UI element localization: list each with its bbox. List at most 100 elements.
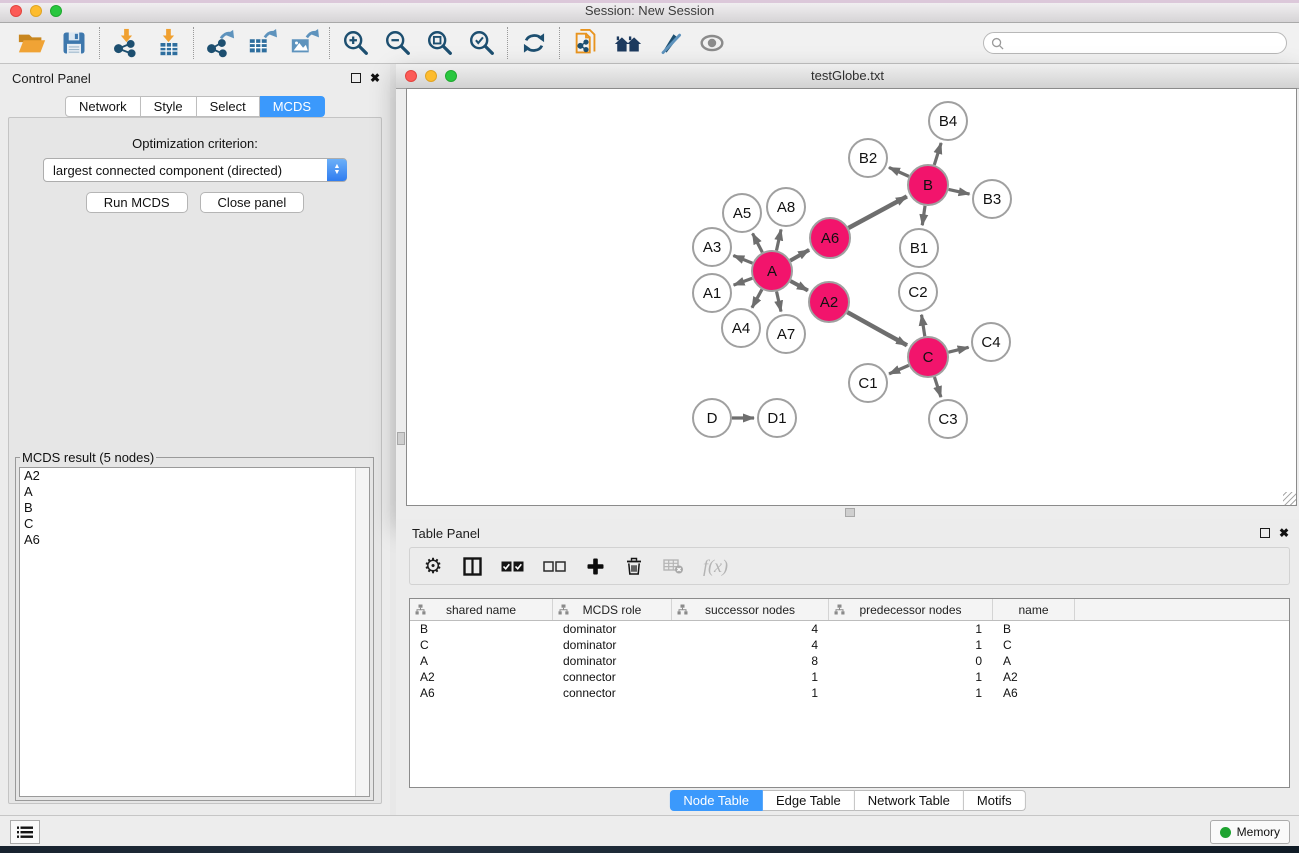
export-network-button[interactable]: [203, 27, 236, 60]
float-panel-icon[interactable]: [351, 73, 361, 83]
hide-labels-button[interactable]: [653, 27, 686, 60]
table-options-button[interactable]: ⚙: [423, 553, 443, 579]
save-session-button[interactable]: [57, 27, 90, 60]
deselect-all-button[interactable]: [543, 553, 566, 579]
show-columns-button[interactable]: [462, 553, 482, 579]
column-header-successor-nodes[interactable]: successor nodes: [672, 599, 829, 620]
function-builder-button[interactable]: f(x): [703, 553, 728, 579]
criterion-select[interactable]: largest connected component (directed) ▲…: [43, 158, 347, 182]
network-from-file-button[interactable]: [569, 27, 602, 60]
task-history-button[interactable]: [10, 820, 40, 844]
zoom-in-button[interactable]: [339, 27, 372, 60]
node-A[interactable]: A: [752, 251, 792, 291]
export-table-button[interactable]: [245, 27, 278, 60]
edge-C-C2: [921, 315, 924, 337]
network-vertical-scrollbar[interactable]: [396, 88, 406, 506]
run-mcds-button[interactable]: Run MCDS: [86, 192, 188, 213]
result-item[interactable]: A2: [20, 468, 369, 484]
node-C4[interactable]: C4: [972, 323, 1010, 361]
table-row[interactable]: Bdominator41B: [410, 621, 1289, 637]
tab-motifs[interactable]: Motifs: [964, 790, 1026, 811]
node-A5[interactable]: A5: [723, 194, 761, 232]
node-A6[interactable]: A6: [810, 218, 850, 258]
cybrowser-home-button[interactable]: [611, 27, 644, 60]
node-A7[interactable]: A7: [767, 315, 805, 353]
node-D[interactable]: D: [693, 399, 731, 437]
result-item[interactable]: C: [20, 516, 369, 532]
import-network-button[interactable]: [109, 27, 142, 60]
tab-select[interactable]: Select: [197, 96, 260, 117]
network-minimize-button[interactable]: [425, 70, 437, 82]
node-A1[interactable]: A1: [693, 274, 731, 312]
minimize-window-button[interactable]: [30, 5, 42, 17]
result-list-scrollbar[interactable]: [355, 468, 369, 796]
node-A2[interactable]: A2: [809, 282, 849, 322]
zoom-fit-button[interactable]: [423, 27, 456, 60]
network-close-button[interactable]: [405, 70, 417, 82]
edge-A-A2: [790, 281, 807, 291]
node-C1[interactable]: C1: [849, 364, 887, 402]
add-column-button[interactable]: [585, 553, 605, 579]
memory-button[interactable]: Memory: [1210, 820, 1290, 844]
zoom-selected-button[interactable]: [465, 27, 498, 60]
table-row[interactable]: Cdominator41C: [410, 637, 1289, 653]
network-horizontal-scrollbar[interactable]: [396, 506, 1299, 519]
float-table-panel-icon[interactable]: [1260, 528, 1270, 538]
node-C2[interactable]: C2: [899, 273, 937, 311]
open-session-button[interactable]: [15, 27, 48, 60]
delete-table-button[interactable]: [663, 553, 684, 579]
export-image-button[interactable]: [287, 27, 320, 60]
refresh-button[interactable]: [517, 27, 550, 60]
network-canvas[interactable]: A A1 A2 A3 A4 A5 A6 A7 A8 B B1 B2 B3 B4 C C1 C2 C3 C4 D D1: [406, 88, 1297, 506]
search-input[interactable]: [1008, 35, 1279, 51]
tab-network[interactable]: Network: [65, 96, 141, 117]
node-B[interactable]: B: [908, 165, 948, 205]
tab-edge-table[interactable]: Edge Table: [763, 790, 855, 811]
node-D1[interactable]: D1: [758, 399, 796, 437]
network-zoom-button[interactable]: [445, 70, 457, 82]
tab-node-table[interactable]: Node Table: [669, 790, 763, 811]
node-A4[interactable]: A4: [722, 309, 760, 347]
node-B4[interactable]: B4: [929, 102, 967, 140]
table-cell: C: [993, 638, 1075, 652]
zoom-out-button[interactable]: [381, 27, 414, 60]
close-window-button[interactable]: [10, 5, 22, 17]
node-table[interactable]: shared nameMCDS rolesuccessor nodesprede…: [409, 598, 1290, 788]
search-field[interactable]: [983, 32, 1287, 54]
column-header-MCDS-role[interactable]: MCDS role: [553, 599, 672, 620]
result-item[interactable]: A: [20, 484, 369, 500]
vertical-scroll-thumb[interactable]: [397, 432, 405, 445]
table-row[interactable]: Adominator80A: [410, 653, 1289, 669]
node-C3[interactable]: C3: [929, 400, 967, 438]
node-A8[interactable]: A8: [767, 188, 805, 226]
import-table-button[interactable]: [151, 27, 184, 60]
svg-text:C2: C2: [908, 284, 927, 301]
window-resize-grip[interactable]: [1283, 492, 1296, 505]
select-all-button[interactable]: [501, 553, 524, 579]
node-B1[interactable]: B1: [900, 229, 938, 267]
column-header-predecessor-nodes[interactable]: predecessor nodes: [829, 599, 993, 620]
show-graphics-button[interactable]: [695, 27, 728, 60]
result-item[interactable]: B: [20, 500, 369, 516]
result-item[interactable]: A6: [20, 532, 369, 548]
close-panel-button[interactable]: Close panel: [200, 192, 305, 213]
shared-column-icon: [415, 604, 426, 615]
delete-column-button[interactable]: [624, 553, 644, 579]
table-cell: A2: [993, 670, 1075, 684]
mcds-result-list[interactable]: A2ABCA6: [19, 467, 370, 797]
node-B2[interactable]: B2: [849, 139, 887, 177]
zoom-window-button[interactable]: [50, 5, 62, 17]
table-row[interactable]: A6connector11A6: [410, 685, 1289, 701]
tab-network-table[interactable]: Network Table: [855, 790, 964, 811]
tab-style[interactable]: Style: [141, 96, 197, 117]
node-A3[interactable]: A3: [693, 228, 731, 266]
tab-mcds[interactable]: MCDS: [260, 96, 325, 117]
close-panel-icon[interactable]: ✖: [370, 72, 380, 84]
column-header-shared-name[interactable]: shared name: [410, 599, 553, 620]
close-table-panel-icon[interactable]: ✖: [1279, 527, 1289, 539]
table-row[interactable]: A2connector11A2: [410, 669, 1289, 685]
node-C[interactable]: C: [908, 337, 948, 377]
node-B3[interactable]: B3: [973, 180, 1011, 218]
column-header-name[interactable]: name: [993, 599, 1075, 620]
horizontal-scroll-thumb[interactable]: [845, 508, 855, 517]
